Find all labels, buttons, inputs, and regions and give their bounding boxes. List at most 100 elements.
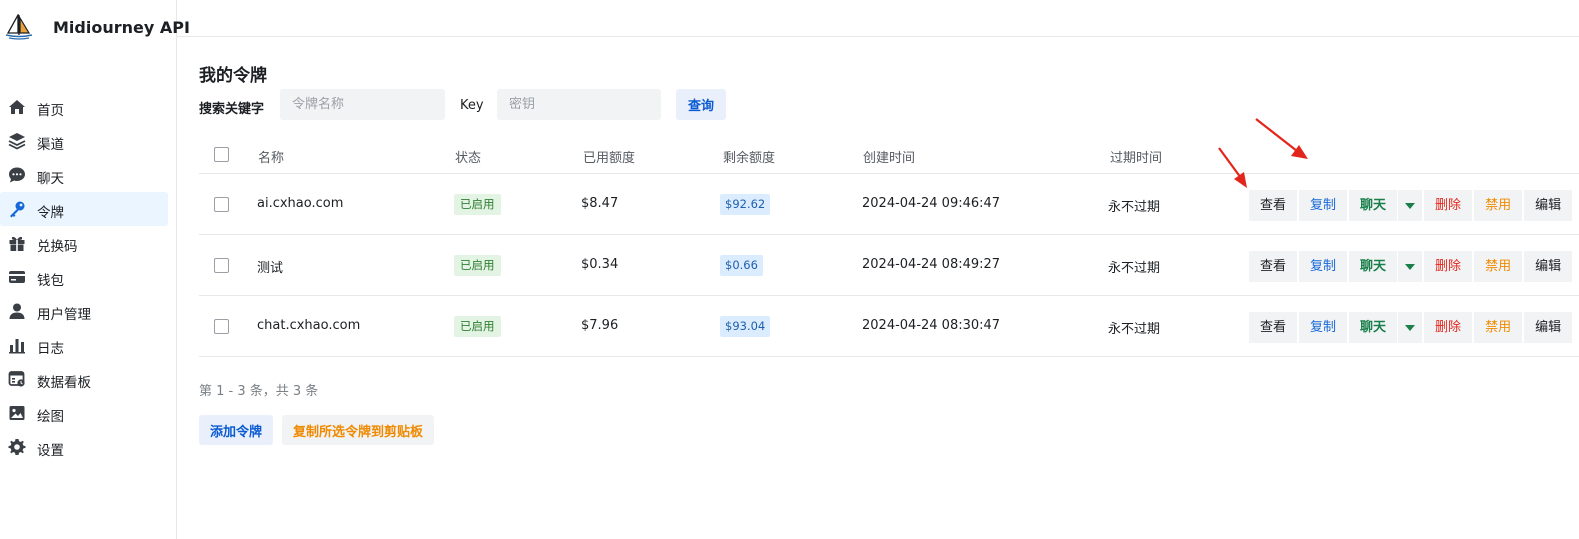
- used-quota: $7.96: [581, 318, 619, 333]
- table-row: ai.cxhao.com 已启用 $8.47 $92.62 2024-04-24…: [199, 174, 1579, 235]
- sidebar-item-label: 令牌: [37, 205, 64, 221]
- sidebar-item-users[interactable]: 用户管理: [0, 294, 168, 328]
- sidebar-item-label: 聊天: [37, 171, 64, 187]
- column-header-created: 创建时间: [863, 151, 916, 166]
- sidebar-item-label: 首页: [37, 103, 64, 119]
- top-header: [177, 0, 1579, 37]
- row-actions: 查看 复制 聊天 删除 禁用 编辑: [1249, 190, 1574, 221]
- token-name: ai.cxhao.com: [257, 196, 344, 211]
- key-icon: [10, 201, 25, 218]
- pagination-summary: 第 1 - 3 条，共 3 条: [199, 384, 319, 399]
- sidebar: Midiourney API 首页 渠道 聊天 令牌 兑换码 钱包 用户管理 日…: [0, 0, 190, 539]
- column-header-status: 状态: [455, 151, 482, 166]
- sidebar-item-label: 数据看板: [37, 375, 91, 391]
- row-checkbox[interactable]: [214, 258, 229, 273]
- used-quota: $0.34: [581, 257, 619, 272]
- status-badge: 已启用: [454, 194, 501, 215]
- table-row: 测试 已启用 $0.34 $0.66 2024-04-24 08:49:27 永…: [199, 235, 1579, 296]
- status-badge: 已启用: [454, 255, 501, 276]
- disable-button[interactable]: 禁用: [1474, 312, 1523, 343]
- sidebar-item-drawing[interactable]: 绘图: [0, 396, 168, 430]
- sidebar-item-dashboard[interactable]: 数据看板: [0, 362, 168, 396]
- gift-icon: [9, 236, 25, 251]
- token-name: 测试: [257, 261, 284, 276]
- table-row: chat.cxhao.com 已启用 $7.96 $93.04 2024-04-…: [199, 296, 1579, 357]
- view-button[interactable]: 查看: [1249, 190, 1298, 221]
- sidebar-item-logs[interactable]: 日志: [0, 328, 168, 362]
- sidebar-item-label: 兑换码: [37, 239, 78, 255]
- disable-button[interactable]: 禁用: [1474, 251, 1523, 282]
- select-all-checkbox[interactable]: [214, 147, 229, 162]
- main-content: 我的令牌 搜索关键字 Key 查询 名称 状态 已用额度 剩余额度 创建时间 过…: [177, 37, 1579, 539]
- add-token-button[interactable]: 添加令牌: [199, 415, 274, 445]
- dashboard-icon: [8, 371, 25, 387]
- wallet-icon: [9, 271, 25, 283]
- edit-button[interactable]: 编辑: [1524, 190, 1573, 221]
- sidebar-item-label: 渠道: [37, 137, 64, 153]
- token-name-input[interactable]: [280, 89, 445, 120]
- copy-selected-tokens-button[interactable]: 复制所选令牌到剪贴板: [282, 415, 435, 445]
- search-keyword-label: 搜索关键字: [199, 102, 265, 117]
- tokens-table: 名称 状态 已用额度 剩余额度 创建时间 过期时间 ai.cxhao.com 已…: [199, 135, 1579, 357]
- token-name: chat.cxhao.com: [257, 318, 361, 333]
- copy-button[interactable]: 复制: [1299, 190, 1348, 221]
- chat-dropdown-button[interactable]: [1398, 312, 1423, 343]
- chat-button[interactable]: 聊天: [1349, 312, 1398, 343]
- edit-button[interactable]: 编辑: [1524, 312, 1573, 343]
- image-icon: [9, 406, 25, 420]
- created-time: 2024-04-24 08:30:47: [862, 318, 1001, 333]
- chat-button[interactable]: 聊天: [1349, 251, 1398, 282]
- home-icon: [9, 100, 25, 114]
- expire-time: 永不过期: [1108, 200, 1161, 215]
- view-button[interactable]: 查看: [1249, 312, 1298, 343]
- gear-icon: [8, 439, 26, 455]
- sidebar-item-tokens[interactable]: 令牌: [0, 192, 168, 226]
- layers-icon: [8, 133, 26, 150]
- sidebar-item-label: 设置: [37, 443, 64, 459]
- key-input[interactable]: [497, 89, 661, 120]
- sidebar-item-settings[interactable]: 设置: [0, 430, 168, 464]
- copy-button[interactable]: 复制: [1299, 251, 1348, 282]
- user-icon: [9, 303, 25, 319]
- delete-button[interactable]: 删除: [1424, 251, 1473, 282]
- sidebar-item-label: 钱包: [37, 273, 64, 289]
- row-actions: 查看 复制 聊天 删除 禁用 编辑: [1249, 312, 1574, 343]
- chat-dropdown-button[interactable]: [1398, 190, 1423, 221]
- status-badge: 已启用: [454, 316, 501, 337]
- sidebar-item-home[interactable]: 首页: [0, 90, 168, 124]
- remaining-quota-badge: $92.62: [720, 194, 771, 215]
- delete-button[interactable]: 删除: [1424, 190, 1473, 221]
- disable-button[interactable]: 禁用: [1474, 190, 1523, 221]
- column-header-used: 已用额度: [583, 151, 636, 166]
- created-time: 2024-04-24 09:46:47: [862, 196, 1001, 211]
- sidebar-item-channels[interactable]: 渠道: [0, 124, 168, 158]
- chat-dropdown-button[interactable]: [1398, 251, 1423, 282]
- row-checkbox[interactable]: [214, 197, 229, 212]
- query-button[interactable]: 查询: [676, 89, 726, 120]
- row-checkbox[interactable]: [214, 319, 229, 334]
- sailboat-logo-icon: [5, 14, 33, 40]
- brand-title: Midiourney API: [53, 18, 190, 37]
- chat-button[interactable]: 聊天: [1349, 190, 1398, 221]
- delete-button[interactable]: 删除: [1424, 312, 1473, 343]
- sidebar-item-wallet[interactable]: 钱包: [0, 260, 168, 294]
- copy-button[interactable]: 复制: [1299, 312, 1348, 343]
- expire-time: 永不过期: [1108, 261, 1161, 276]
- caret-down-icon: [1405, 202, 1416, 209]
- sidebar-item-label: 日志: [37, 341, 64, 357]
- edit-button[interactable]: 编辑: [1524, 251, 1573, 282]
- sidebar-item-label: 绘图: [37, 409, 64, 425]
- expire-time: 永不过期: [1108, 322, 1161, 337]
- key-label: Key: [460, 98, 484, 113]
- sidebar-item-redeem[interactable]: 兑换码: [0, 226, 168, 260]
- caret-down-icon: [1405, 263, 1416, 270]
- column-header-name: 名称: [258, 151, 285, 166]
- bar-chart-icon: [9, 339, 25, 354]
- column-header-remaining: 剩余额度: [723, 151, 776, 166]
- created-time: 2024-04-24 08:49:27: [862, 257, 1001, 272]
- brand[interactable]: Midiourney API: [0, 0, 190, 56]
- row-actions: 查看 复制 聊天 删除 禁用 编辑: [1249, 251, 1574, 282]
- sidebar-item-chat[interactable]: 聊天: [0, 158, 168, 192]
- view-button[interactable]: 查看: [1249, 251, 1298, 282]
- sidebar-item-label: 用户管理: [37, 307, 91, 323]
